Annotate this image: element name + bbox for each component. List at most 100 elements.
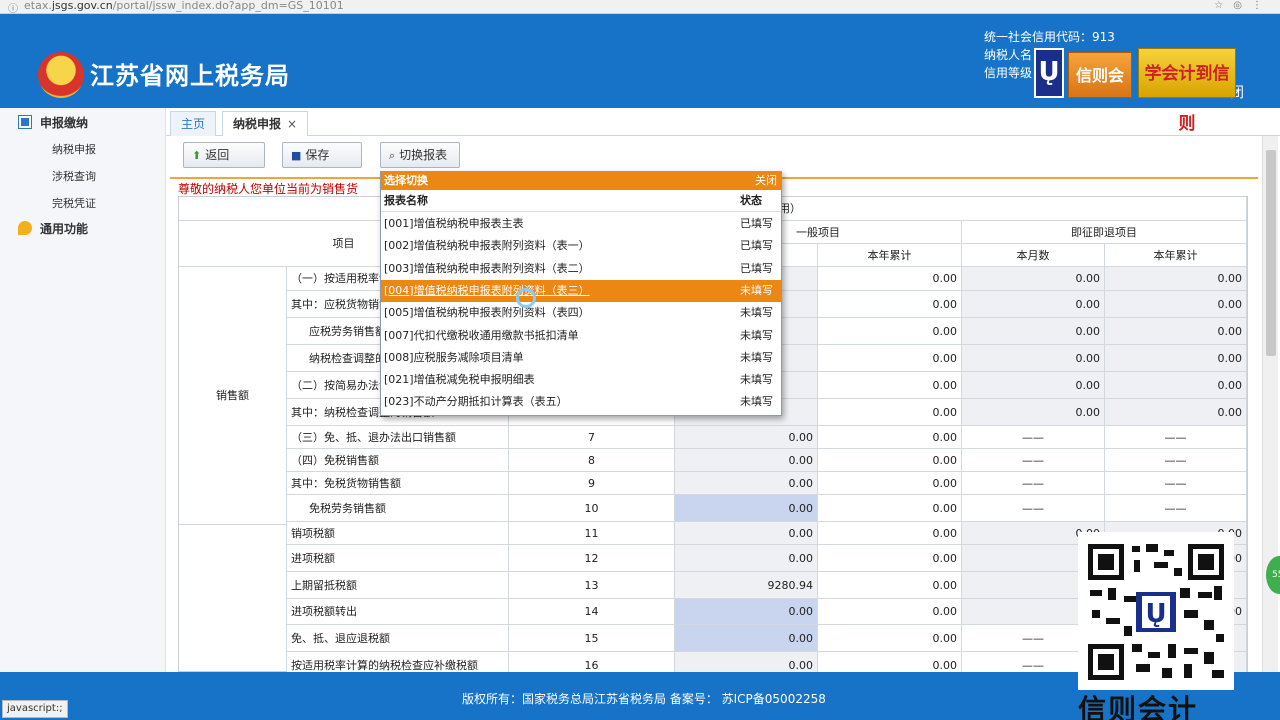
cell-general-month[interactable]: 0.00 [675, 625, 818, 652]
cell-general-month[interactable]: 0.00 [675, 495, 818, 522]
report-status: 未填写 [740, 283, 773, 297]
cell-immediate-month[interactable]: 0.00 [962, 399, 1105, 426]
sidebar-item-tax-voucher[interactable]: 完税凭证 [52, 195, 96, 211]
report-name: [005]增值税纳税申报表附列资料（表四） [384, 306, 590, 320]
row-label: 进项税额 [287, 545, 509, 572]
promo-logo-icon: Ų [1034, 48, 1064, 98]
row-label: （四）免税销售额 [287, 449, 509, 472]
url-text[interactable]: etax.jsgs.gov.cn/portal/jssw_index.do?ap… [24, 0, 344, 12]
notice-text: 尊敬的纳税人您单位当前为销售货 [178, 182, 359, 196]
report-name: [004]增值税纳税申报表附列资料（表三） [384, 283, 590, 297]
cell-general-month[interactable]: 0.00 [675, 545, 818, 572]
cell-immediate-month[interactable]: 0.00 [962, 318, 1105, 345]
row-number: 9 [509, 472, 675, 495]
switch-report-popup: 选择切换 关闭 报表名称 状态 [001]增值税纳税申报表主表 已填写 [002]增值税… [380, 171, 782, 416]
cell-immediate-month: —— [962, 472, 1105, 495]
report-name: [008]应税服务减除项目清单 [384, 350, 524, 364]
cell-immediate-year[interactable]: 0.00 [1105, 318, 1247, 345]
qr-caption: 信则会计 [1078, 693, 1199, 720]
cell-general-year[interactable]: 0.00 [818, 495, 962, 522]
switch-report-button[interactable]: ⌕ 切换报表 [380, 142, 460, 168]
report-option[interactable]: [003]增值税纳税申报表附列资料（表二） 已填写 [381, 258, 781, 280]
back-arrow-icon: ⬆ [192, 149, 202, 162]
report-option[interactable]: [005]增值税纳税申报表附列资料（表四） 未填写 [381, 302, 781, 324]
qr-code-overlay: Ų [1078, 532, 1234, 690]
promo-watermark: Ų 信则会计 学会计到信则 [1034, 36, 1236, 134]
sidebar-item-tax-query[interactable]: 涉税查询 [52, 168, 96, 184]
report-option[interactable]: [008]应税服务减除项目清单 未填写 [381, 347, 781, 369]
row-number: 13 [509, 572, 675, 599]
report-option[interactable]: [001]增值税纳税申报表主表 已填写 [381, 213, 781, 235]
scroll-thumb[interactable] [1266, 150, 1276, 356]
cell-general-year[interactable]: 0.00 [818, 522, 962, 545]
back-button[interactable]: ⬆ 返回 [183, 142, 265, 168]
tab-tax-declare[interactable]: 纳税申报 × [222, 111, 309, 136]
report-status: 未填写 [740, 395, 773, 409]
sidebar-section-common[interactable]: 通用功能 [18, 220, 88, 238]
row-number: 12 [509, 545, 675, 572]
sidebar-item-tax-declare[interactable]: 纳税申报 [52, 141, 96, 157]
info-icon[interactable]: ⓘ [8, 0, 18, 15]
cell-immediate-year: —— [1105, 426, 1247, 449]
address-bar[interactable]: ⓘ etax.jsgs.gov.cn/portal/jssw_index.do?… [0, 0, 1280, 15]
site-header: 江苏省网上税务局 统一社会信用代码：913 纳税人名 信用等级 关闭 Ų 信则会… [0, 14, 1280, 134]
cell-immediate-month[interactable]: 0.00 [962, 291, 1105, 318]
mouse-cursor-icon [516, 288, 536, 308]
report-status: 未填写 [740, 373, 773, 387]
cell-immediate-year[interactable]: 0.00 [1105, 267, 1247, 291]
cell-general-year[interactable]: 0.00 [818, 572, 962, 599]
cell-general-month[interactable]: 9280.94 [675, 572, 818, 599]
cell-immediate-month[interactable]: 0.00 [962, 267, 1105, 291]
cell-general-month[interactable]: 0.00 [675, 522, 818, 545]
report-option[interactable]: [023]不动产分期抵扣计算表（表五） 未填写 [381, 391, 781, 413]
row-label: 上期留抵税额 [287, 572, 509, 599]
cell-immediate-year[interactable]: 0.00 [1105, 399, 1247, 426]
row-label: 其中：免税货物销售额 [287, 472, 509, 495]
popup-header: 报表名称 状态 [381, 190, 781, 212]
tab-home[interactable]: 主页 [170, 111, 217, 136]
cell-general-year[interactable]: 0.00 [818, 599, 962, 625]
row-number: 15 [509, 625, 675, 652]
cell-general-year[interactable]: 0.00 [818, 449, 962, 472]
report-option[interactable]: [007]代扣代缴税收通用缴款书抵扣清单 未填写 [381, 325, 781, 347]
section-sales-label: 销售额 [179, 267, 287, 525]
sub-this-month-immediate: 本月数 [962, 244, 1105, 267]
report-name: [007]代扣代缴税收通用缴款书抵扣清单 [384, 328, 579, 342]
cell-general-year[interactable]: 0.00 [818, 426, 962, 449]
cell-general-year[interactable]: 0.00 [818, 318, 962, 345]
close-tab-icon[interactable]: × [287, 117, 297, 131]
cell-general-year[interactable]: 0.00 [818, 472, 962, 495]
cell-general-year[interactable]: 0.00 [818, 399, 962, 426]
cell-general-year[interactable]: 0.00 [818, 625, 962, 652]
cell-immediate-month[interactable]: 0.00 [962, 345, 1105, 372]
cell-immediate-year: —— [1105, 472, 1247, 495]
report-name: [001]增值税纳税申报表主表 [384, 217, 524, 230]
cell-general-month[interactable]: 0.00 [675, 426, 818, 449]
cell-general-month[interactable]: 0.00 [675, 449, 818, 472]
save-button[interactable]: ■ 保存 [282, 142, 362, 168]
cell-general-year[interactable]: 0.00 [818, 545, 962, 572]
cell-immediate-year: —— [1105, 495, 1247, 522]
cell-immediate-month[interactable]: 0.00 [962, 372, 1105, 399]
report-option[interactable]: [004]增值税纳税申报表附列资料（表三） 未填写 [381, 279, 781, 302]
report-name: [021]增值税减免税申报明细表 [384, 373, 535, 387]
report-option[interactable]: [002]增值税纳税申报表附列资料（表一） 已填写 [381, 235, 781, 257]
cell-immediate-year[interactable]: 0.00 [1105, 291, 1247, 318]
browser-icons[interactable]: ☆◎⋮ [1214, 0, 1272, 11]
cell-immediate-month: —— [962, 495, 1105, 522]
row-label: 免税劳务销售额 [287, 495, 509, 522]
report-option[interactable]: [021]增值税减免税申报明细表 未填写 [381, 369, 781, 391]
popup-close-link[interactable]: 关闭 [755, 172, 777, 190]
cell-immediate-month: —— [962, 449, 1105, 472]
cell-general-month[interactable]: 0.00 [675, 472, 818, 495]
cell-general-year[interactable]: 0.00 [818, 291, 962, 318]
cell-immediate-year[interactable]: 0.00 [1105, 372, 1247, 399]
cell-immediate-year[interactable]: 0.00 [1105, 345, 1247, 372]
cell-general-year[interactable]: 0.00 [818, 372, 962, 399]
cell-general-month[interactable]: 0.00 [675, 599, 818, 625]
report-status: 已填写 [740, 239, 773, 253]
sidebar-section-declare[interactable]: 申报缴纳 [18, 114, 88, 132]
cell-general-year[interactable]: 0.00 [818, 345, 962, 372]
cell-general-year[interactable]: 0.00 [818, 267, 962, 291]
cell-immediate-month: —— [962, 426, 1105, 449]
